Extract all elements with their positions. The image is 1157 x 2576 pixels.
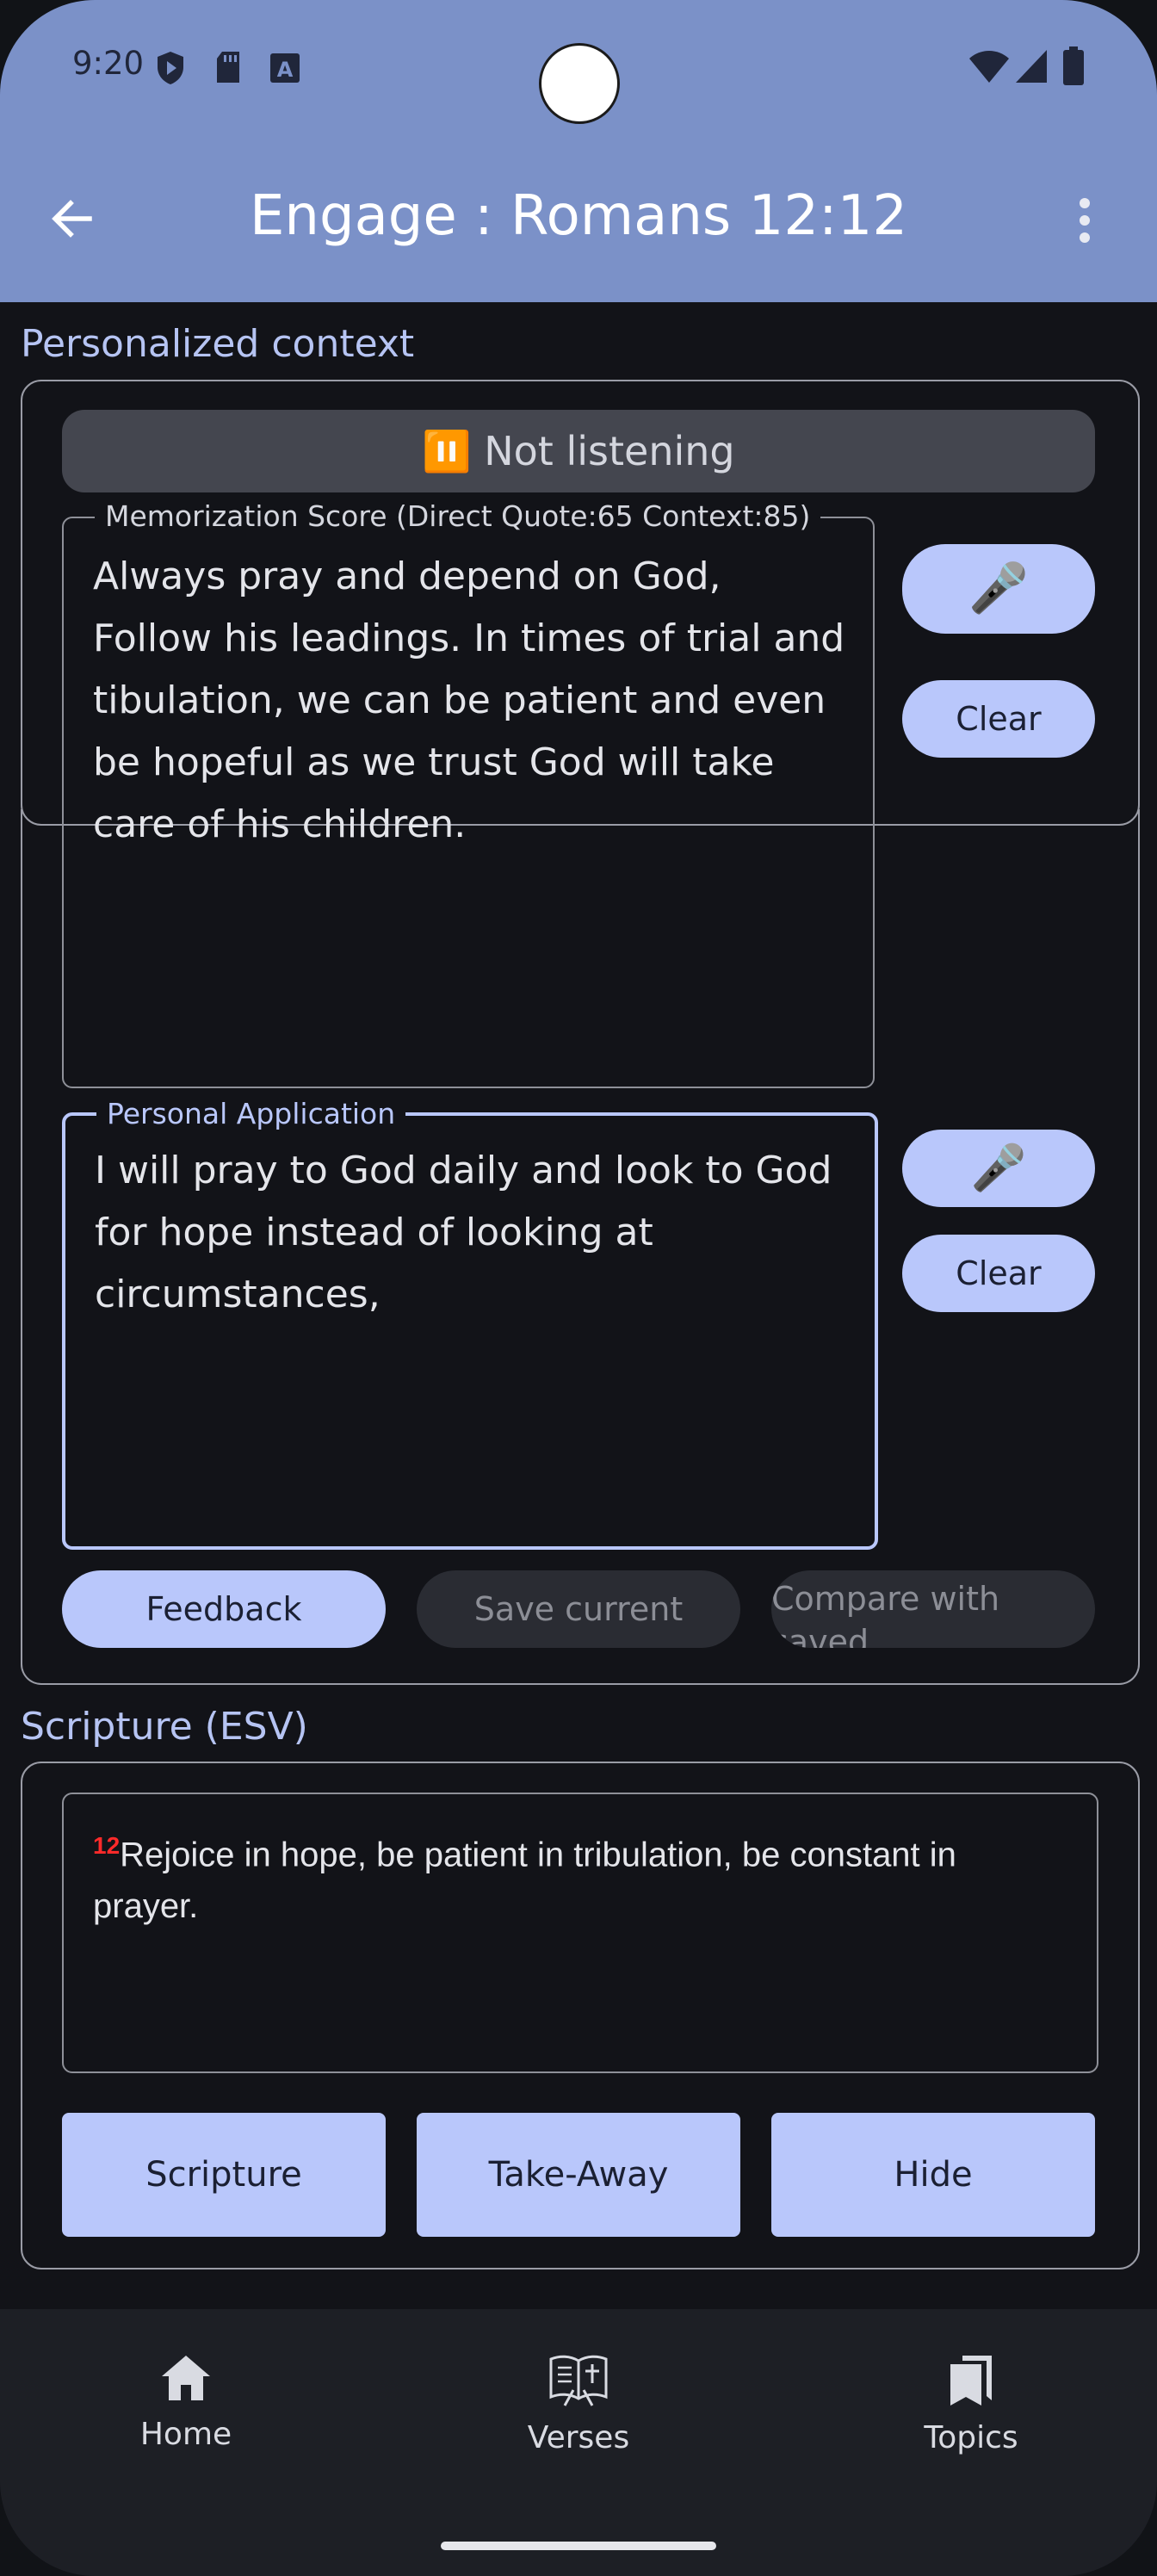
memorization-field[interactable]: Memorization Score (Direct Quote:65 Cont… bbox=[62, 499, 875, 1088]
nav-topics[interactable]: Topics bbox=[842, 2352, 1100, 2455]
scripture-verse: 12Rejoice in hope, be patient in tribula… bbox=[93, 1820, 1071, 1932]
listening-status[interactable]: ⏸️ Not listening bbox=[62, 410, 1095, 492]
play-protect-icon bbox=[155, 50, 186, 86]
application-clear-button[interactable]: Clear bbox=[902, 1235, 1095, 1312]
scripture-button[interactable]: Scripture bbox=[62, 2113, 386, 2237]
app-bar: 9:20 A Engage : Romans 12:12 bbox=[0, 0, 1157, 302]
personal-application-field[interactable]: Personal Application I will pray to God … bbox=[62, 1097, 878, 1550]
compare-line-2: saved bbox=[771, 1623, 869, 1648]
compare-with-saved-button[interactable]: Compare with saved bbox=[771, 1570, 1095, 1648]
front-camera bbox=[539, 43, 620, 124]
scripture-heading: Scripture (ESV) bbox=[21, 1705, 308, 1749]
home-icon bbox=[162, 2356, 210, 2400]
book-icon bbox=[549, 2355, 608, 2406]
take-away-button[interactable]: Take-Away bbox=[417, 2113, 740, 2237]
battery-icon bbox=[1062, 46, 1085, 86]
microphone-icon: 🎤 bbox=[970, 1142, 1027, 1194]
memorization-text[interactable]: Always pray and depend on God, Follow hi… bbox=[93, 546, 847, 856]
compare-line-1: Compare with bbox=[771, 1580, 1000, 1618]
sd-card-icon bbox=[215, 50, 241, 84]
verse-text: Rejoice in hope, be patient in tribulati… bbox=[93, 1836, 956, 1926]
wifi-icon bbox=[968, 48, 1011, 84]
memorization-mic-button[interactable]: 🎤 bbox=[902, 544, 1095, 634]
personalized-context-heading: Personalized context bbox=[21, 322, 415, 366]
scripture-text-box: 12Rejoice in hope, be patient in tribula… bbox=[62, 1793, 1098, 2073]
nav-verses-label: Verses bbox=[527, 2420, 630, 2455]
personal-application-label: Personal Application bbox=[96, 1097, 406, 1130]
nav-home-label: Home bbox=[139, 2417, 232, 2452]
personal-application-text[interactable]: I will pray to God daily and look to God… bbox=[95, 1140, 849, 1326]
memorization-clear-button[interactable]: Clear bbox=[902, 680, 1095, 758]
signal-icon bbox=[1014, 48, 1049, 84]
application-mic-button[interactable]: 🎤 bbox=[902, 1130, 1095, 1207]
microphone-icon: 🎤 bbox=[968, 560, 1029, 616]
bookmarks-icon bbox=[950, 2356, 992, 2406]
more-vert-icon[interactable] bbox=[1073, 196, 1097, 245]
nav-verses[interactable]: Verses bbox=[449, 2352, 708, 2455]
memorization-score-label: Memorization Score (Direct Quote:65 Cont… bbox=[95, 499, 821, 533]
feedback-button[interactable]: Feedback bbox=[62, 1570, 386, 1648]
nav-topics-label: Topics bbox=[924, 2420, 1018, 2455]
nav-home[interactable]: Home bbox=[57, 2352, 315, 2452]
hide-button[interactable]: Hide bbox=[771, 2113, 1095, 2237]
svg-text:A: A bbox=[277, 58, 294, 82]
a-box-icon: A bbox=[269, 52, 301, 84]
save-current-button[interactable]: Save current bbox=[417, 1570, 740, 1648]
bottom-navigation: Home Verses Topics bbox=[0, 2309, 1157, 2576]
status-time: 9:20 bbox=[72, 45, 145, 82]
phone-screen: 9:20 A Engage : Romans 12:12 Personalize… bbox=[0, 0, 1157, 2576]
page-title: Engage : Romans 12:12 bbox=[249, 184, 908, 248]
verse-number: 12 bbox=[93, 1832, 121, 1859]
gesture-handle[interactable] bbox=[441, 2542, 716, 2550]
